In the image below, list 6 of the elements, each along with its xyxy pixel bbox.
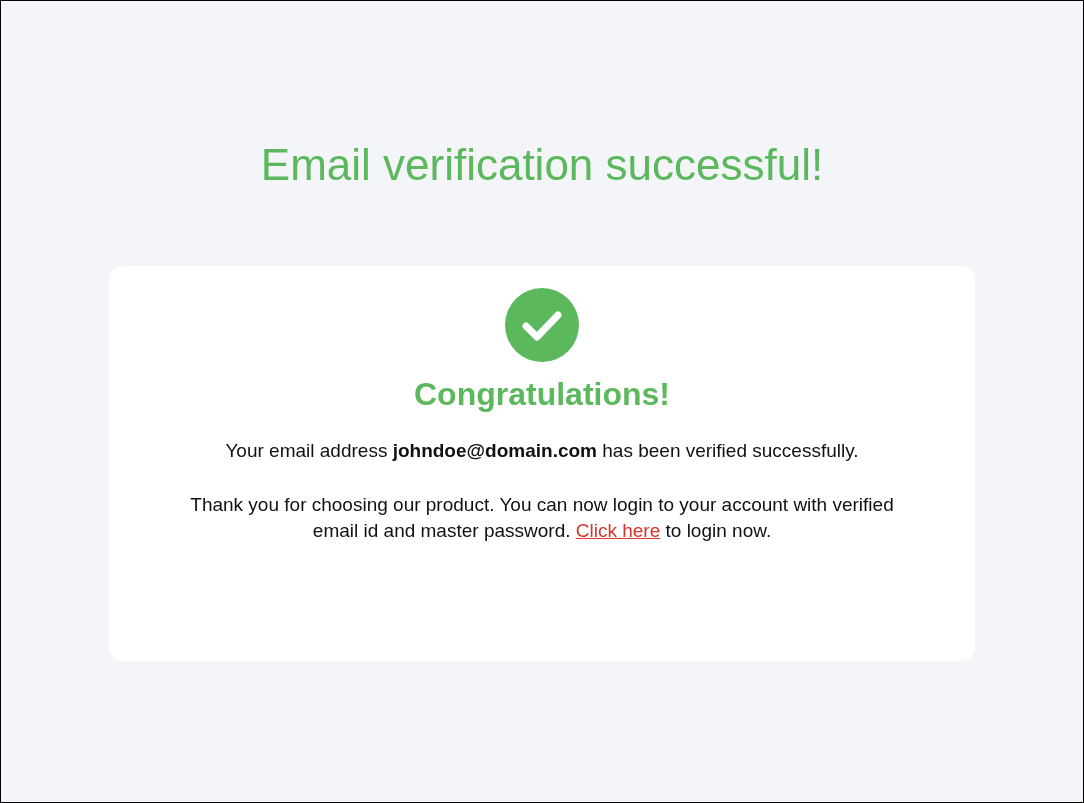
login-link[interactable]: Click here	[575, 520, 661, 541]
page-heading: Email verification successful!	[260, 139, 824, 191]
login-note: Thank you for choosing our product. You can now login to your account with verified email id and master password. Click here to login now.	[189, 493, 895, 543]
card-title: Congratulations!	[414, 375, 670, 414]
checkmark-icon	[505, 288, 579, 362]
verification-message: Your email address johndoe@domain.com has been verified successfully.	[225, 439, 859, 463]
